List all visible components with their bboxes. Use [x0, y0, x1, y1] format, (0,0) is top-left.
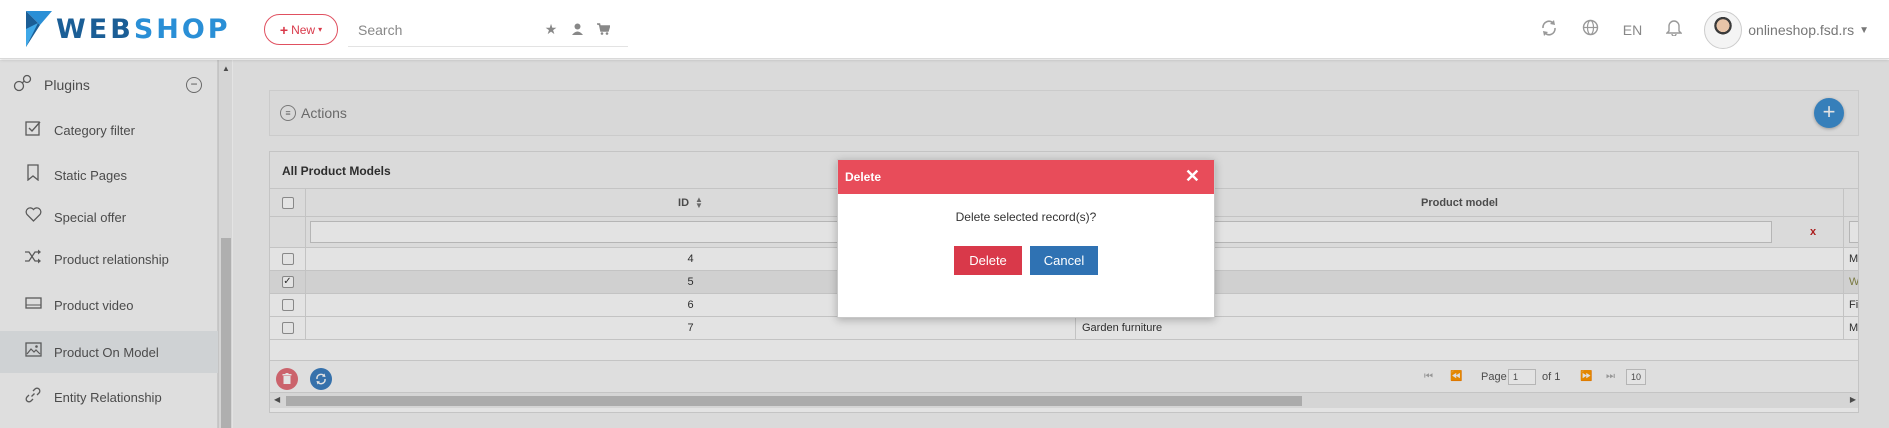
search-bar: ★ [348, 13, 628, 47]
header-tools: EN onlineshop.fsd.rs ▼ [1528, 10, 1869, 50]
avatar[interactable] [1704, 11, 1743, 49]
top-header: WEBSHOP + New ▾ ★ EN onlineshop.fsd.rs ▼ [0, 0, 1889, 59]
plus-icon: + [279, 21, 289, 38]
logo-flag-icon [26, 11, 52, 47]
cancel-button[interactable]: Cancel [1030, 246, 1098, 275]
user-name[interactable]: onlineshop.fsd.rs [1748, 22, 1854, 38]
chevron-down-icon[interactable]: ▼ [1859, 25, 1869, 36]
star-icon[interactable]: ★ [538, 21, 564, 38]
bell-icon[interactable] [1665, 19, 1683, 41]
new-button-label: New [291, 22, 316, 37]
dialog-message: Delete selected record(s)? [955, 210, 1097, 224]
new-button[interactable]: + New ▾ [264, 14, 338, 45]
language-selector[interactable]: EN [1623, 22, 1642, 38]
logo-text: WEBSHOP [56, 13, 231, 45]
dialog-buttons: Delete Cancel [838, 246, 1214, 275]
webshop-logo[interactable]: WEBSHOP [24, 8, 231, 50]
delete-dialog: Delete ✕ Delete selected record(s)? Dele… [837, 159, 1215, 318]
globe-icon[interactable] [1582, 19, 1599, 41]
search-input[interactable] [348, 21, 538, 38]
user-icon[interactable] [564, 22, 590, 38]
dialog-header: Delete ✕ [838, 160, 1214, 194]
confirm-delete-button[interactable]: Delete [954, 246, 1022, 275]
dialog-title: Delete [845, 170, 882, 184]
chevron-down-icon: ▾ [318, 25, 323, 34]
cart-icon[interactable] [590, 22, 616, 38]
sync-icon[interactable] [1540, 19, 1558, 42]
close-icon[interactable]: ✕ [1185, 167, 1200, 185]
